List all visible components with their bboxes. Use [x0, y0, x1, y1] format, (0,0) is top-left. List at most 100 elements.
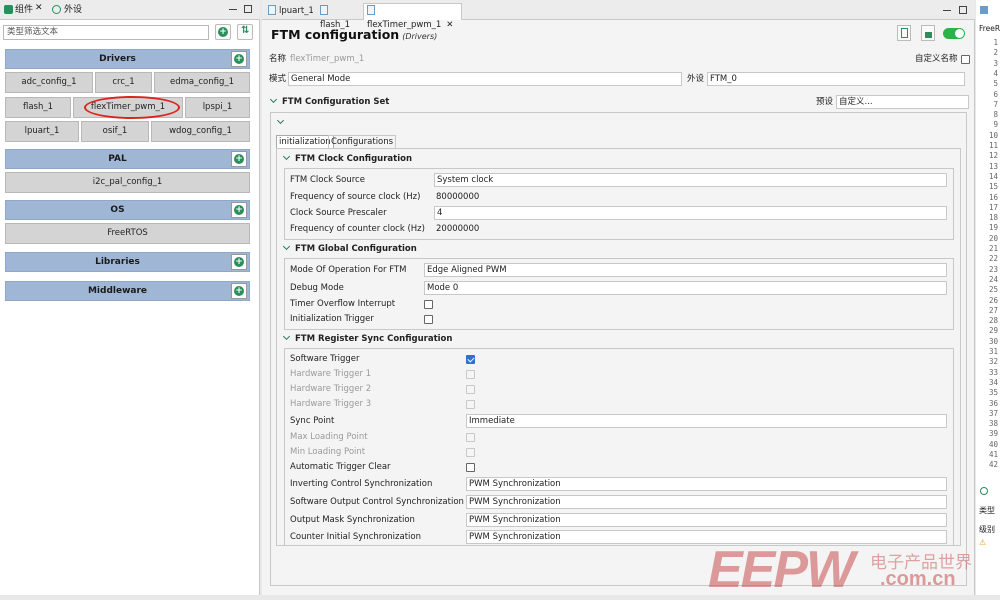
sort-button[interactable]: ⇅ — [237, 24, 253, 40]
add-os-button[interactable]: + — [231, 202, 247, 218]
operation-mode-label: Mode Of Operation For FTM — [290, 265, 407, 275]
tab-lpuart-1[interactable]: lpuart_1 — [268, 4, 316, 19]
sync-point-label: Sync Point — [290, 416, 335, 426]
hw-trigger1-label: Hardware Trigger 1 — [290, 369, 372, 379]
component-freertos[interactable]: FreeRTOS — [5, 223, 250, 244]
source-tab-icon — [980, 6, 988, 14]
hw-trigger3-checkbox[interactable] — [466, 400, 475, 409]
source-label: FreeR — [979, 24, 1000, 33]
line-number: 26 — [988, 295, 998, 305]
component-crc-1[interactable]: crc_1 — [95, 72, 152, 93]
tab-flextimer-pwm-1[interactable]: flexTimer_pwm_1 ✕ — [363, 3, 462, 30]
max-loading-checkbox[interactable] — [466, 433, 475, 442]
document-icon — [320, 5, 328, 15]
tab-flash-1[interactable]: flash_1 — [320, 4, 360, 30]
components-panel: 组件 ✕ 外设 类型筛选文本 + ⇅ Drivers + adc_config_… — [0, 0, 260, 595]
category-pal[interactable]: PAL + — [5, 149, 250, 169]
inverting-sync-label: Inverting Control Synchronization — [290, 479, 433, 489]
output-mask-sync-select[interactable]: PWM Synchronization — [466, 513, 947, 527]
component-i2c-pal-config-1[interactable]: i2c_pal_config_1 — [5, 172, 250, 193]
hw-trigger2-checkbox[interactable] — [466, 385, 475, 394]
chevron-down-icon — [282, 242, 291, 251]
line-number: 32 — [988, 357, 998, 367]
hw-trigger1-checkbox[interactable] — [466, 370, 475, 379]
component-lpuart-1[interactable]: lpuart_1 — [5, 121, 79, 142]
clock-source-select[interactable]: System clock — [434, 173, 947, 187]
chevron-down-icon — [282, 332, 291, 341]
enable-toggle[interactable] — [943, 28, 965, 39]
line-number: 13 — [988, 161, 998, 171]
line-number: 15 — [988, 182, 998, 192]
tab-initialization[interactable]: initialization — [276, 135, 334, 149]
tab-components[interactable]: 组件 — [15, 3, 33, 18]
add-library-button[interactable]: + — [231, 254, 247, 270]
auto-clear-checkbox[interactable] — [466, 463, 475, 472]
tab-peripherals[interactable]: 外设 — [64, 3, 82, 18]
sw-output-sync-label: Software Output Control Synchronization — [290, 497, 464, 507]
line-number: 11 — [988, 141, 998, 150]
minimize-icon[interactable] — [943, 10, 951, 11]
document-button[interactable] — [897, 25, 911, 41]
max-loading-label: Max Loading Point — [290, 432, 368, 442]
component-osif-1[interactable]: osif_1 — [81, 121, 149, 142]
close-icon[interactable]: ✕ — [35, 3, 43, 13]
component-lpspi-1[interactable]: lpspi_1 — [185, 97, 250, 118]
clock-source-label: FTM Clock Source — [290, 175, 365, 185]
inverting-sync-select[interactable]: PWM Synchronization — [466, 477, 947, 491]
sw-trigger-checkbox[interactable] — [466, 355, 475, 364]
config-set-header[interactable]: FTM Configuration Set — [269, 95, 389, 109]
component-adc-config-1[interactable]: adc_config_1 — [5, 72, 93, 93]
category-middleware[interactable]: Middleware + — [5, 281, 250, 301]
overflow-interrupt-label: Timer Overflow Interrupt — [290, 299, 396, 309]
debug-mode-select[interactable]: Mode 0 — [424, 281, 947, 295]
tab-configurations[interactable]: Configurations — [328, 135, 397, 149]
clock-config-title: FTM Clock Configuration — [295, 154, 413, 164]
add-middleware-button[interactable]: + — [231, 283, 247, 299]
maximize-icon[interactable] — [959, 6, 967, 14]
clock-config-header[interactable]: FTM Clock Configuration — [282, 152, 412, 166]
mode-label: 模式 — [269, 74, 287, 84]
add-pal-button[interactable]: + — [231, 151, 247, 167]
line-number: 31 — [988, 347, 998, 356]
init-trigger-checkbox[interactable] — [424, 315, 433, 324]
preset-select[interactable]: 自定义... — [836, 95, 969, 109]
sync-config-title: FTM Register Sync Configuration — [295, 334, 453, 344]
line-number: 35 — [988, 388, 998, 398]
component-edma-config-1[interactable]: edma_config_1 — [154, 72, 250, 93]
category-os-label: OS — [110, 205, 125, 215]
component-wdog-config-1[interactable]: wdog_config_1 — [151, 121, 250, 142]
line-number: 37 — [988, 408, 998, 418]
min-loading-checkbox[interactable] — [466, 448, 475, 457]
peripheral-select[interactable]: FTM_0 — [707, 72, 965, 86]
minimize-icon[interactable] — [229, 9, 237, 10]
problems-tab-icon[interactable] — [980, 487, 988, 495]
close-icon[interactable]: ✕ — [446, 20, 453, 30]
custom-name-checkbox[interactable] — [961, 55, 970, 64]
category-libraries-label: Libraries — [95, 257, 140, 267]
add-component-button[interactable]: + — [215, 24, 231, 40]
counter-init-sync-select[interactable]: PWM Synchronization — [466, 530, 947, 544]
watermark-url: .com.cn — [880, 568, 956, 590]
category-libraries[interactable]: Libraries + — [5, 252, 250, 272]
maximize-icon[interactable] — [244, 5, 252, 13]
custom-name-label: 自定义名称 — [915, 54, 958, 64]
filter-input[interactable]: 类型筛选文本 — [3, 25, 209, 40]
category-drivers[interactable]: Drivers + — [5, 49, 250, 69]
sw-output-sync-select[interactable]: PWM Synchronization — [466, 495, 947, 509]
lock-button[interactable] — [921, 25, 935, 41]
add-driver-button[interactable]: + — [231, 51, 247, 67]
mode-select[interactable]: General Mode — [288, 72, 682, 86]
category-os[interactable]: OS + — [5, 200, 250, 220]
operation-mode-select[interactable]: Edge Aligned PWM — [424, 263, 947, 277]
plus-icon: + — [234, 257, 244, 267]
sync-point-select[interactable]: Immediate — [466, 414, 947, 428]
sync-config-header[interactable]: FTM Register Sync Configuration — [282, 332, 452, 346]
global-config-header[interactable]: FTM Global Configuration — [282, 242, 417, 256]
line-number: 2 — [993, 48, 998, 58]
line-number: 22 — [988, 254, 998, 264]
prescaler-select[interactable]: 4 — [434, 206, 947, 220]
overflow-interrupt-checkbox[interactable] — [424, 300, 433, 309]
highlight-ellipse — [84, 96, 180, 119]
debug-mode-label: Debug Mode — [290, 283, 344, 293]
component-flash-1[interactable]: flash_1 — [5, 97, 71, 118]
